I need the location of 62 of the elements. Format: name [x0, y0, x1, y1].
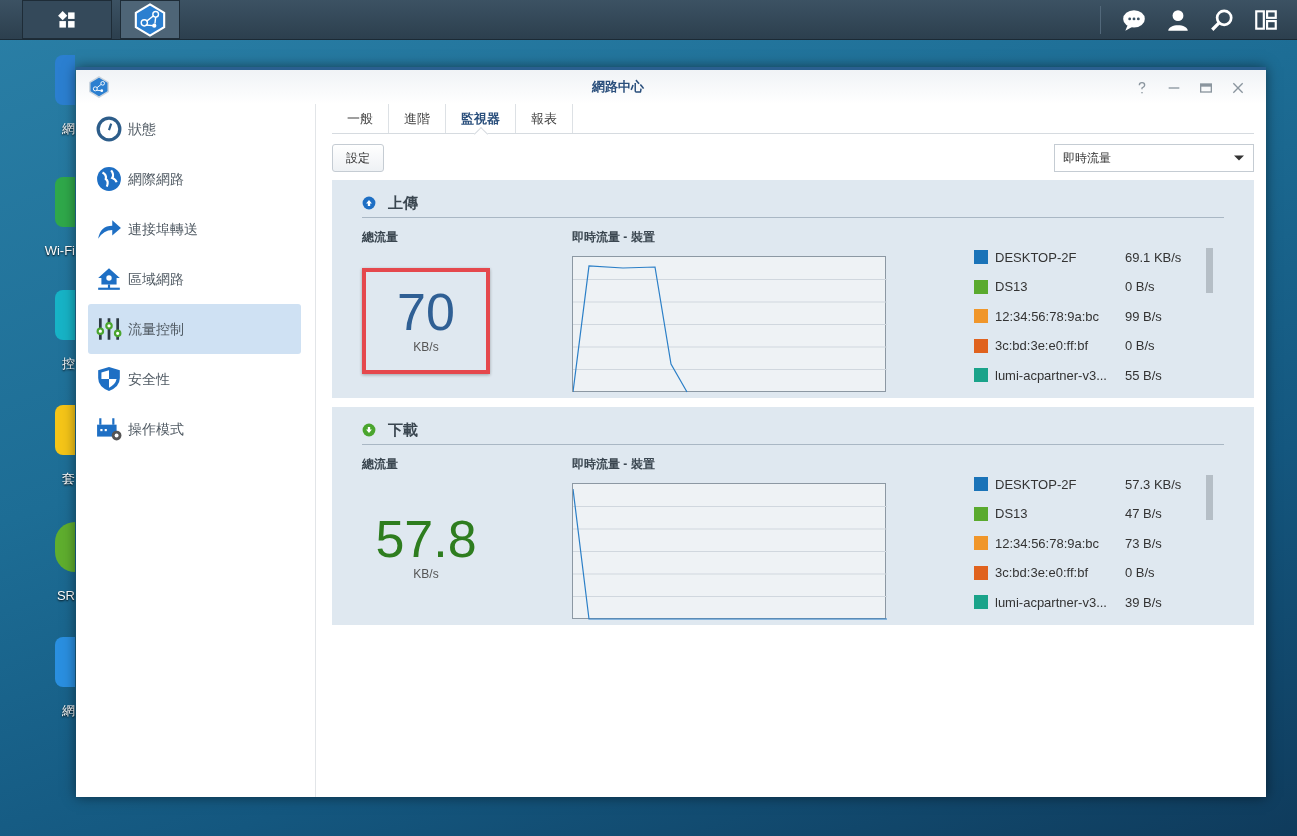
sidebar-item[interactable]: 區域網路 — [88, 254, 301, 304]
device-rate: 73 B/s — [1125, 534, 1162, 553]
network-hexagon-icon — [133, 2, 167, 37]
total-value: 57.8 — [375, 512, 477, 565]
total-value: 70 — [397, 285, 455, 338]
sliders-icon — [96, 316, 122, 342]
taskbar-button[interactable] — [22, 0, 112, 39]
device-rate: 47 B/s — [1125, 505, 1162, 523]
device-name: DS13 — [995, 278, 1029, 296]
total-label: 總流量 — [362, 455, 399, 473]
device-rate: 99 B/s — [1125, 307, 1162, 326]
globe-icon — [96, 166, 122, 192]
sidebar-item[interactable]: 安全性 — [88, 354, 301, 404]
device-name: 3c:bd:3e:e0:ff:bf — [995, 564, 1089, 582]
settings-button[interactable]: 設定 — [332, 144, 384, 172]
total-unit: KB/s — [413, 338, 439, 356]
network-hexagon-icon — [88, 76, 110, 98]
sidebar-item[interactable]: 操作模式 — [88, 404, 301, 454]
device-name: lumi-acpartner-v3... — [995, 366, 1108, 385]
section-title: 下載 — [388, 420, 418, 440]
device-name: lumi-acpartner-v3... — [995, 593, 1108, 612]
device-name: DESKTOP-2F — [995, 248, 1078, 267]
router-gear-icon — [96, 416, 122, 442]
view-dropdown[interactable]: 即時流量 — [1054, 144, 1254, 172]
sidebar-item[interactable]: 連接埠轉送 — [88, 204, 301, 254]
total-label: 總流量 — [362, 228, 399, 246]
app-label[interactable]: 控 — [62, 354, 75, 374]
chart-title: 即時流量 - 裝置 — [572, 455, 656, 473]
house-icon — [96, 266, 122, 292]
device-rate: 69.1 KB/s — [1125, 248, 1182, 267]
device-name: DS13 — [995, 505, 1029, 523]
shield-icon — [96, 366, 122, 392]
section-title: 上傳 — [388, 193, 418, 213]
device-rate: 0 B/s — [1125, 337, 1155, 355]
device-rate: 0 B/s — [1125, 564, 1155, 582]
scrollbar[interactable] — [1206, 474, 1213, 520]
device-name: 12:34:56:78:9a:bc — [995, 534, 1101, 553]
scrollbar[interactable] — [1206, 247, 1213, 293]
sidebar-item[interactable]: 流量控制 — [88, 304, 301, 354]
gauge-icon — [96, 116, 122, 142]
sidebar-item[interactable]: 網際網路 — [88, 154, 301, 204]
taskbar-button[interactable] — [120, 0, 180, 39]
chart-title: 即時流量 - 裝置 — [572, 228, 656, 246]
device-name: 12:34:56:78:9a:bc — [995, 307, 1101, 326]
total-unit: KB/s — [413, 565, 439, 583]
app-label[interactable]: 套 — [62, 469, 75, 489]
tab[interactable]: 進階 — [389, 104, 446, 133]
device-rate: 55 B/s — [1125, 366, 1162, 385]
app-label[interactable]: SR — [56, 586, 75, 606]
device-rate: 0 B/s — [1125, 278, 1155, 296]
device-name: DESKTOP-2F — [995, 475, 1078, 494]
tab[interactable]: 報表 — [516, 104, 573, 133]
window-title: 網路中心 — [591, 78, 645, 97]
app-label[interactable]: 網 — [62, 119, 75, 139]
tab[interactable]: 監視器 — [446, 104, 516, 133]
device-rate: 57.3 KB/s — [1125, 475, 1182, 494]
sidebar-item[interactable]: 狀態 — [88, 104, 301, 154]
app-label[interactable]: Wi-Fi — [44, 241, 75, 261]
app-label[interactable]: 網 — [62, 701, 75, 721]
device-rate: 39 B/s — [1125, 593, 1162, 612]
tab[interactable]: 一般 — [332, 104, 389, 133]
device-name: 3c:bd:3e:e0:ff:bf — [995, 337, 1089, 355]
